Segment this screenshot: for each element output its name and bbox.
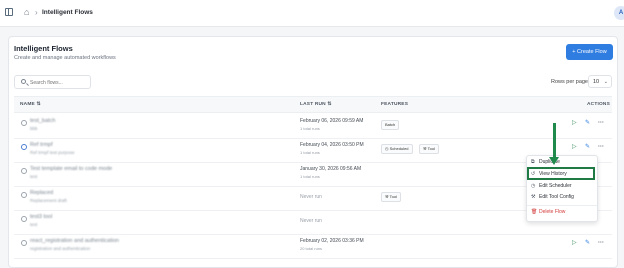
- table-row[interactable]: test3 tool test Never run: [14, 210, 612, 235]
- flow-name[interactable]: test_batch: [30, 118, 55, 124]
- flow-description: registration and authentication: [30, 246, 91, 251]
- scheduled-badge-label: Scheduled: [389, 146, 409, 151]
- home-icon[interactable]: ⌂: [24, 7, 29, 17]
- menu-item-edit-tool-config[interactable]: ⚒ Edit Tool Config: [531, 193, 574, 202]
- column-last-run[interactable]: LAST RUN ⇅: [300, 102, 332, 107]
- annotation-arrow-head: [549, 157, 559, 165]
- last-run-date: February 02, 2026 03:36 PM: [300, 238, 364, 244]
- run-icon[interactable]: ▷: [572, 239, 577, 247]
- table-row[interactable]: Replaced Replacement draft Never run ⚒ T…: [14, 186, 612, 211]
- search-input[interactable]: [30, 78, 88, 87]
- batch-badge: Batch: [381, 120, 400, 130]
- avatar[interactable]: A: [614, 6, 624, 20]
- never-run-label: Never run: [300, 194, 322, 200]
- column-actions: ACTIONS: [587, 102, 610, 107]
- flow-description: test: [30, 174, 38, 179]
- column-features: FEATURES: [381, 102, 409, 107]
- annotation-arrow-shaft: [553, 123, 556, 160]
- total-runs: 20 total runs: [300, 246, 323, 251]
- column-name[interactable]: NAME ⇅: [20, 102, 41, 107]
- scheduled-badge: ◷ Scheduled: [381, 144, 413, 154]
- never-run-label: Never run: [300, 218, 322, 224]
- edit-icon[interactable]: ✎: [585, 239, 590, 247]
- more-icon[interactable]: ···: [598, 239, 604, 247]
- total-runs: 1 total runs: [300, 126, 320, 131]
- menu-item-label: Delete Flow: [539, 209, 566, 215]
- total-runs: 1 total runs: [300, 150, 320, 155]
- last-run-date: January 30, 2026 09:56 AM: [300, 166, 362, 172]
- menu-item-label: Edit Scheduler: [539, 183, 572, 189]
- flow-name[interactable]: Test template email to code mode: [30, 166, 112, 172]
- total-runs: 1 total runs: [300, 174, 320, 179]
- wrench-icon: ⚒: [531, 194, 536, 200]
- flow-name[interactable]: test3 tool: [30, 214, 52, 220]
- table-header: NAME ⇅ LAST RUN ⇅ FEATURES ACTIONS: [14, 96, 612, 113]
- search-icon: [21, 79, 26, 84]
- top-bar: ⌂ › Intelligent Flows A: [0, 0, 624, 27]
- table-row[interactable]: Test template email to code mode test Ja…: [14, 162, 612, 187]
- tool-badge-label: Tool: [427, 146, 435, 151]
- create-flow-button[interactable]: + Create Flow: [566, 44, 613, 60]
- row-actions-menu: ⧉ Duplicate ↺ View History ◷ Edit Scheduler…: [526, 155, 598, 222]
- flow-description: Ref trmpf test purpose: [30, 150, 75, 155]
- flow-description: bbb: [30, 126, 38, 131]
- run-icon[interactable]: ▷: [572, 119, 577, 127]
- clock-icon: [21, 144, 27, 150]
- flow-name[interactable]: Replaced: [30, 190, 53, 196]
- flow-name[interactable]: react_registration and authentication: [30, 238, 119, 244]
- view-history-highlight: [527, 167, 595, 180]
- breadcrumb-separator-icon: ›: [35, 8, 38, 17]
- flow-description: test: [30, 222, 38, 227]
- table-row[interactable]: Ref trmpf Ref trmpf test purpose Februar…: [14, 138, 612, 163]
- chevron-down-icon: ⌄: [603, 79, 608, 85]
- rows-per-page-select[interactable]: 10 ⌄: [588, 75, 612, 88]
- flow-description: Replacement draft: [30, 198, 67, 203]
- table-row[interactable]: test_batch bbb February 06, 2026 09:59 A…: [14, 114, 612, 139]
- rows-per-page-label: Rows per page: [551, 79, 588, 85]
- menu-item-delete-flow[interactable]: 🗑 Delete Flow: [531, 208, 565, 217]
- clock-icon: [21, 168, 27, 174]
- page-subtitle: Create and manage automated workflows: [14, 55, 116, 61]
- menu-item-edit-scheduler[interactable]: ◷ Edit Scheduler: [531, 182, 572, 191]
- edit-icon[interactable]: ✎: [585, 143, 590, 151]
- table-row[interactable]: react_registration and authentication re…: [14, 234, 612, 259]
- clock-icon: [21, 216, 27, 222]
- edit-icon[interactable]: ✎: [585, 119, 590, 127]
- tool-badge: ⚒ Tool: [419, 144, 439, 154]
- more-icon[interactable]: ···: [598, 143, 604, 151]
- tool-badge-label: Tool: [389, 194, 397, 199]
- clock-icon: [21, 120, 27, 126]
- last-run-date: February 04, 2026 03:50 PM: [300, 142, 364, 148]
- rows-per-page-value: 10: [593, 79, 600, 85]
- menu-divider: [527, 205, 597, 206]
- menu-item-label: Edit Tool Config: [539, 194, 574, 200]
- breadcrumb-current: Intelligent Flows: [42, 9, 93, 16]
- trash-icon: 🗑: [531, 209, 538, 215]
- search-box[interactable]: [14, 75, 91, 89]
- run-icon[interactable]: ▷: [572, 143, 577, 151]
- copy-icon: ⧉: [531, 159, 535, 165]
- sidebar-toggle-icon[interactable]: [5, 8, 13, 16]
- clock-icon: [21, 240, 27, 246]
- clock-icon: ◷: [531, 183, 536, 189]
- clock-icon: [21, 192, 27, 198]
- page-title: Intelligent Flows: [14, 44, 73, 53]
- flow-name[interactable]: Ref trmpf: [30, 142, 53, 148]
- more-icon[interactable]: ···: [598, 119, 604, 127]
- last-run-date: February 06, 2026 09:59 AM: [300, 118, 364, 124]
- tool-badge: ⚒ Tool: [381, 192, 401, 202]
